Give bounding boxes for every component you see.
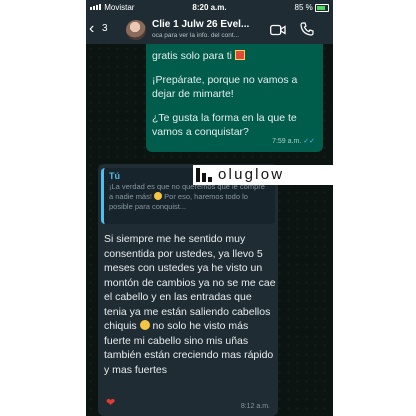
logo-mark-icon bbox=[196, 168, 213, 182]
heart-reaction-icon[interactable]: ❤ bbox=[106, 396, 115, 409]
phone-screen: Movistar 8:20 a.m. 85 % ‹ 3 Clie 1 Julw … bbox=[86, 0, 333, 416]
message-text: ¿Te gusta la forma en la que te vamos a … bbox=[152, 112, 297, 138]
status-bar: Movistar 8:20 a.m. 85 % bbox=[86, 0, 333, 16]
battery-icon bbox=[315, 3, 329, 12]
outgoing-message[interactable]: gratis solo para ti ¡Prepárate, porque n… bbox=[146, 44, 323, 152]
message-body: Si siempre me he sentido muy consentida … bbox=[104, 232, 276, 377]
brand-logo: oluglow bbox=[193, 165, 334, 185]
contact-info-hint[interactable]: oca para ver la info. del cont... bbox=[152, 32, 239, 39]
gift-icon bbox=[234, 50, 245, 60]
message-timestamp: 7:59 a.m. ✓✓ bbox=[272, 135, 315, 149]
message-text: gratis solo para ti bbox=[152, 50, 232, 62]
battery-percent: 85 % bbox=[294, 3, 313, 12]
message-text: Si siempre me he sentido muy consentida … bbox=[104, 233, 276, 332]
chat-header: ‹ 3 Clie 1 Julw 26 Evel... oca para ver … bbox=[86, 16, 333, 44]
grimace-emoji-icon bbox=[139, 320, 150, 330]
message-timestamp: 8:12 a.m. bbox=[240, 403, 270, 410]
smile-emoji-icon bbox=[154, 192, 163, 200]
avatar[interactable] bbox=[126, 20, 146, 40]
read-receipt-icon: ✓✓ bbox=[303, 138, 315, 145]
video-call-icon[interactable] bbox=[270, 24, 286, 36]
incoming-message[interactable]: Tú ¡La verdad es que no queremos que le … bbox=[98, 164, 278, 416]
status-right: 85 % bbox=[295, 3, 329, 12]
chat-area[interactable]: gratis solo para ti ¡Prepárate, porque n… bbox=[86, 44, 333, 416]
phone-call-icon[interactable] bbox=[300, 22, 314, 36]
quote-text: ¡La verdad es que no queremos que le com… bbox=[109, 182, 270, 212]
message-text: ¡Prepárate, porque no vamos a dejar de m… bbox=[152, 74, 298, 100]
unread-count[interactable]: 3 bbox=[102, 23, 108, 34]
logo-wordmark: oluglow bbox=[218, 166, 285, 183]
timestamp-text: 7:59 a.m. bbox=[272, 138, 302, 145]
contact-name[interactable]: Clie 1 Julw 26 Evel... bbox=[152, 19, 249, 30]
back-chevron-icon[interactable]: ‹ bbox=[89, 21, 94, 37]
